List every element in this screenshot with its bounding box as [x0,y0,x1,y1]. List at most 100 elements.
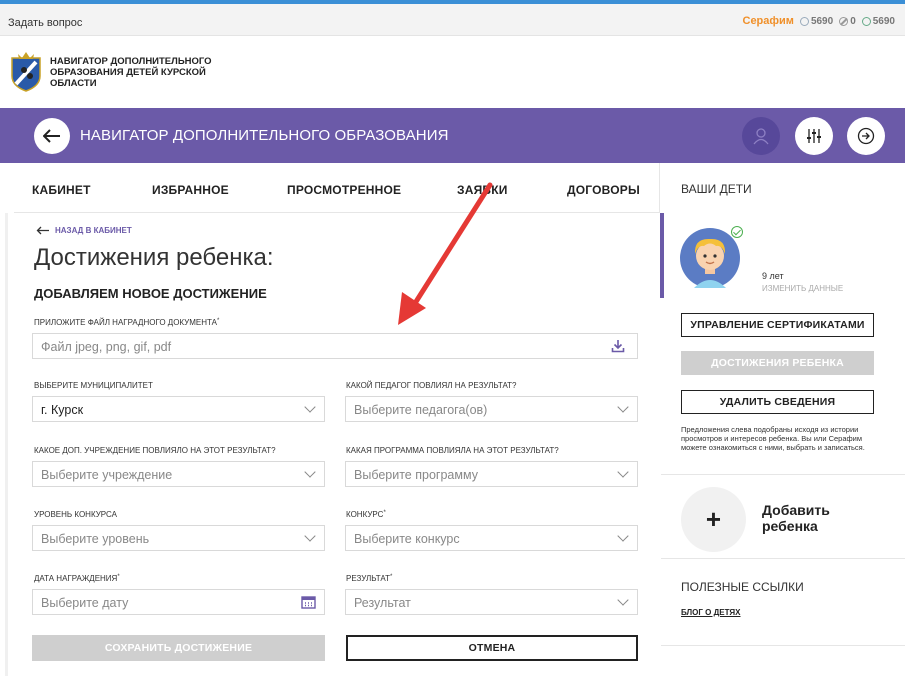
date-label: ДАТА НАГРАЖДЕНИЯ* [34,574,120,583]
add-child-label[interactable]: Добавить ребенка [762,502,872,534]
child-age: 9 лет [762,271,784,281]
child-avatar[interactable] [680,228,740,288]
institution-placeholder: Выберите учреждение [41,468,173,482]
tab-contracts[interactable]: ДОГОВОРЫ [567,183,640,197]
municipality-label: ВЫБЕРИТЕ МУНИЦИПАЛИТЕТ [34,381,153,390]
municipality-value: г. Курск [41,403,84,417]
tab-favorites[interactable]: ИЗБРАННОЕ [152,183,229,197]
verified-icon [731,226,743,238]
coin-icon [799,16,809,26]
save-achievement-button[interactable]: СОХРАНИТЬ ДОСТИЖЕНИЕ [32,635,325,661]
date-input[interactable]: Выберите дату [32,589,325,615]
ask-question-link[interactable]: Задать вопрос [8,17,82,29]
program-placeholder: Выберите программу [354,468,478,482]
your-children-title: ВАШИ ДЕТИ [681,182,752,196]
file-placeholder: Файл jpeg, png, gif, pdf [41,340,172,354]
page-title: Достижения ребенка: [34,244,274,271]
required-mark: * [117,574,120,580]
institution-label: КАКОЕ ДОП. УЧРЕЖДЕНИЕ ПОВЛИЯЛО НА ЭТОТ Р… [34,446,276,455]
chevron-down-icon [617,466,629,478]
required-mark: * [383,510,386,516]
recommendations-note: Предложения слева подобраны исходя из ис… [681,425,865,452]
chevron-down-icon [304,401,316,413]
blocked-icon [839,16,849,26]
program-select[interactable]: Выберите программу [345,461,638,487]
contest-placeholder: Выберите конкурс [354,532,460,546]
sidebar-divider [661,645,905,646]
useful-links-title: ПОЛЕЗНЫЕ ССЫЛКИ [681,580,804,594]
teacher-label: КАКОЙ ПЕДАГОГ ПОВЛИЯЛ НА РЕЗУЛЬТАТ? [346,381,517,390]
clock-icon [861,16,871,26]
result-label-text: РЕЗУЛЬТАТ [346,574,390,583]
chevron-down-icon [617,401,629,413]
contest-label: КОНКУРС* [346,510,386,519]
program-label: КАКАЯ ПРОГРАММА ПОВЛИЯЛА НА ЭТОТ РЕЗУЛЬТ… [346,446,559,455]
tab-cabinet[interactable]: КАБИНЕТ [32,183,91,197]
result-label: РЕЗУЛЬТАТ* [346,574,392,583]
user-name[interactable]: Серафим [743,15,794,27]
points-pending-value: 5690 [872,15,895,27]
plus-icon: + [705,504,722,534]
chevron-down-icon [304,466,316,478]
filters-button[interactable] [795,117,833,155]
upload-icon[interactable] [611,339,625,353]
calendar-icon[interactable] [301,595,316,609]
arrow-left-icon [43,129,60,143]
chevron-down-icon [617,594,629,606]
back-to-cabinet-link[interactable]: НАЗАД В КАБИНЕТ [36,226,132,235]
cancel-button[interactable]: ОТМЕНА [346,635,638,661]
logo-text[interactable]: НАВИГАТОР ДОПОЛНИТЕЛЬНОГО ОБРАЗОВАНИЯ ДЕ… [50,56,230,89]
coat-of-arms-icon[interactable] [8,50,44,92]
tab-viewed[interactable]: ПРОСМОТРЕННОЕ [287,183,401,197]
edit-data-link[interactable]: ИЗМЕНИТЬ ДАННЫЕ [762,284,843,293]
teacher-placeholder: Выберите педагога(ов) [354,403,488,417]
blog-link[interactable]: БЛОГ О ДЕТЯХ [681,608,741,617]
delete-info-button[interactable]: УДАЛИТЬ СВЕДЕНИЯ [681,390,874,414]
contest-select[interactable]: Выберите конкурс [345,525,638,551]
navbar-title: НАВИГАТОР ДОПОЛНИТЕЛЬНОГО ОБРАЗОВАНИЯ [80,127,449,144]
cabinet-tabs: КАБИНЕТ ИЗБРАННОЕ ПРОСМОТРЕННОЕ ЗАЯВКИ Д… [14,163,660,213]
municipality-select[interactable]: г. Курск [32,396,325,422]
points-blocked: 0 [839,16,856,27]
file-label-text: ПРИЛОЖИТЕ ФАЙЛ НАГРАДНОГО ДОКУМЕНТА [34,318,217,327]
manage-certificates-button[interactable]: УПРАВЛЕНИЕ СЕРТИФИКАТАМИ [681,313,874,337]
left-scroll-track [5,213,8,676]
tab-applications[interactable]: ЗАЯВКИ [457,183,508,197]
main-navbar: НАВИГАТОР ДОПОЛНИТЕЛЬНОГО ОБРАЗОВАНИЯ [0,108,905,163]
date-placeholder: Выберите дату [41,596,129,610]
level-placeholder: Выберите уровень [41,532,150,546]
add-child-button[interactable]: + [681,487,746,552]
chevron-down-icon [617,530,629,542]
sliders-icon [807,129,821,143]
points-total-value: 5690 [810,15,834,27]
file-upload-input[interactable]: Файл jpeg, png, gif, pdf [32,333,638,359]
active-child-indicator [660,213,664,298]
section-subtitle: ДОБАВЛЯЕМ НОВОЕ ДОСТИЖЕНИЕ [34,286,267,301]
user-icon [753,128,769,145]
level-select[interactable]: Выберите уровень [32,525,325,551]
required-mark: * [216,318,220,324]
user-info: Серафим 5690 0 5690 [743,15,896,27]
level-label: УРОВЕНЬ КОНКУРСА [34,510,117,519]
teacher-select[interactable]: Выберите педагога(ов) [345,396,638,422]
profile-button[interactable] [742,117,780,155]
required-mark: * [389,574,393,580]
back-button[interactable] [34,118,70,154]
contest-label-text: КОНКУРС [346,510,384,519]
back-to-cabinet-label: НАЗАД В КАБИНЕТ [55,226,132,235]
logout-button[interactable] [847,117,885,155]
result-placeholder: Результат [354,596,411,610]
top-bar: Задать вопрос Серафим 5690 0 5690 [0,4,905,36]
points-blocked-value: 0 [850,15,856,27]
points-pending: 5690 [861,15,895,27]
date-label-text: ДАТА НАГРАЖДЕНИЯ [34,574,118,583]
institution-select[interactable]: Выберите учреждение [32,461,325,487]
arrow-left-icon [36,226,49,235]
sidebar-divider [661,474,905,475]
exit-icon [857,127,875,145]
result-select[interactable]: Результат [345,589,638,615]
chevron-down-icon [304,530,316,542]
child-achievements-button[interactable]: ДОСТИЖЕНИЯ РЕБЕНКА [681,351,874,375]
points-total: 5690 [799,15,834,27]
file-label: ПРИЛОЖИТЕ ФАЙЛ НАГРАДНОГО ДОКУМЕНТА* [34,318,219,327]
